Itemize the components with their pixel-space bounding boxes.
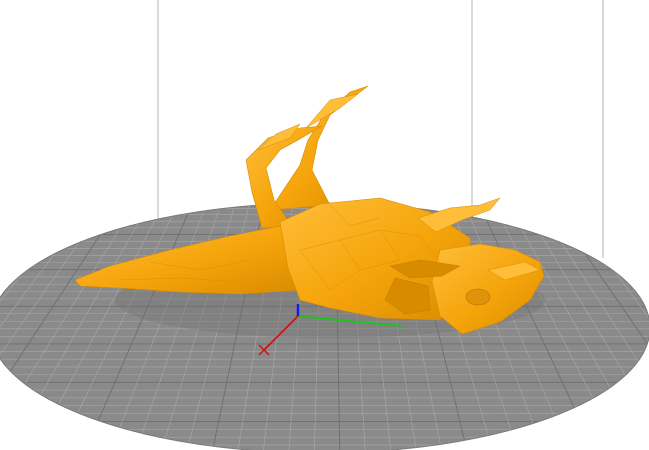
scene-canvas[interactable] bbox=[0, 0, 649, 450]
3d-viewport[interactable] bbox=[0, 0, 649, 450]
